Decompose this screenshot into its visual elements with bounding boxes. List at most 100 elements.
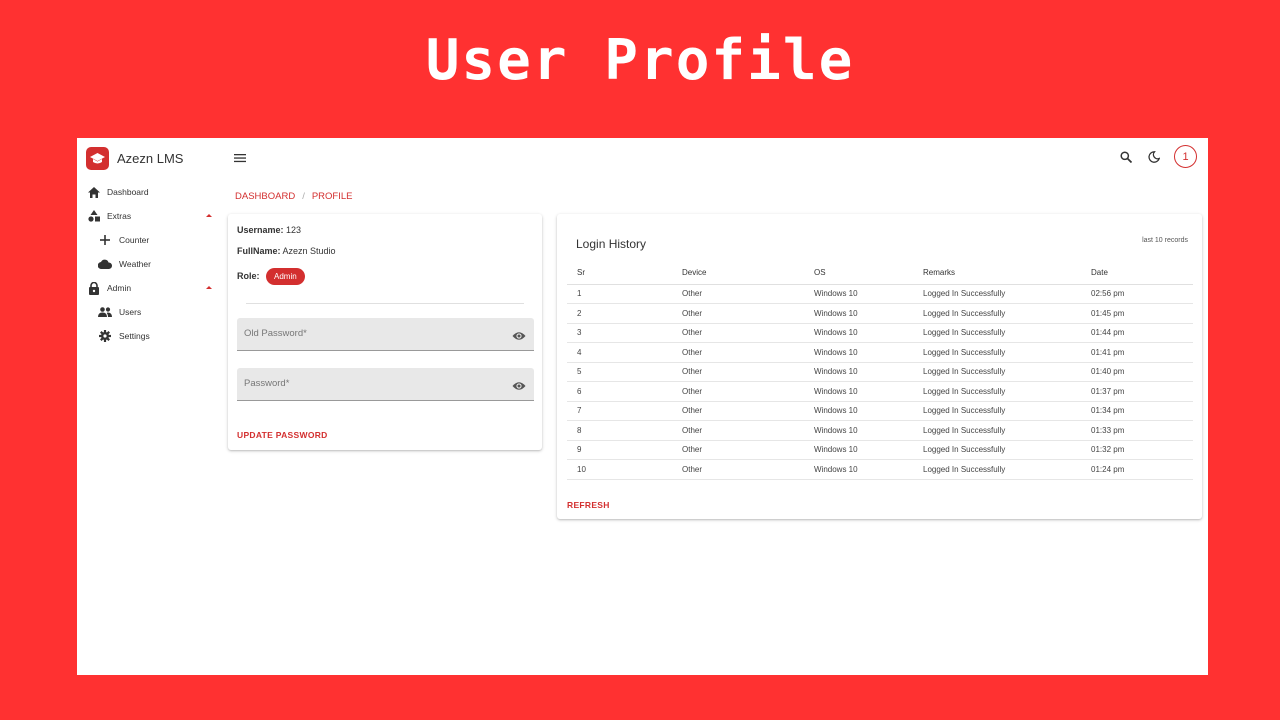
table-cell: Windows 10 <box>804 362 913 382</box>
table-cell: Other <box>672 440 804 460</box>
table-cell: 01:44 pm <box>1081 323 1193 343</box>
old-password-field[interactable] <box>237 318 534 351</box>
sidebar-item-label: Users <box>119 307 142 317</box>
sidebar-item-settings[interactable]: Settings <box>77 324 217 348</box>
sidebar-item-users[interactable]: Users <box>77 300 217 324</box>
table-cell: Logged In Successfully <box>913 284 1081 304</box>
table-cell: Windows 10 <box>804 303 913 324</box>
table-cell: Other <box>672 303 804 324</box>
sidebar-item-label: Admin <box>107 283 132 293</box>
refresh-button[interactable]: REFRESH <box>567 500 610 510</box>
sidebar-item-weather[interactable]: Weather <box>77 252 217 276</box>
table-row: 7 Other Windows 10 Logged In Successfully 01… <box>567 401 1193 421</box>
role-label: Role: <box>237 271 260 281</box>
breadcrumb-separator: / <box>302 191 305 202</box>
sidebar-item-counter[interactable]: Counter <box>77 228 217 252</box>
fullname-value: Azezn Studio <box>282 246 336 256</box>
chevron-up-icon[interactable] <box>206 214 212 217</box>
table-row: 2 Other Windows 10 Logged In Successfully 01… <box>567 303 1193 324</box>
records-count: last 10 records <box>1142 237 1188 244</box>
sidebar-item-dashboard[interactable]: Dashboard <box>77 180 217 204</box>
fullname-label: FullName: <box>237 246 281 256</box>
table-cell: Other <box>672 323 804 343</box>
sidebar: Azezn LMS Dashboard Extras Counter Weath… <box>77 138 217 675</box>
table-cell: 02:56 pm <box>1081 284 1193 304</box>
password-input[interactable] <box>244 378 494 389</box>
search-icon[interactable] <box>1118 149 1134 165</box>
table-cell: Windows 10 <box>804 284 913 304</box>
table-cell: 01:33 pm <box>1081 420 1193 441</box>
table-row: 3 Other Windows 10 Logged In Successfully 01… <box>567 323 1193 343</box>
menu-icon[interactable] <box>234 150 246 163</box>
breadcrumb-item-profile[interactable]: PROFILE <box>312 191 353 202</box>
table-row: 6 Other Windows 10 Logged In Successfully 01… <box>567 381 1193 402</box>
eye-icon[interactable] <box>512 378 526 390</box>
brand[interactable]: Azezn LMS <box>86 147 183 170</box>
sidebar-item-admin[interactable]: Admin <box>77 276 217 300</box>
moon-icon[interactable] <box>1146 149 1162 165</box>
table-cell: 01:32 pm <box>1081 440 1193 460</box>
table-cell: Windows 10 <box>804 401 913 421</box>
table-cell: 10 <box>567 459 672 480</box>
home-icon <box>87 185 101 199</box>
column-header: Remarks <box>913 262 1081 285</box>
table-cell: Logged In Successfully <box>913 420 1081 441</box>
login-history-table: Sr Device OS Remarks Date 1 Other Windows … <box>567 262 1193 480</box>
table-cell: 8 <box>567 420 672 441</box>
breadcrumb: DASHBOARD / PROFILE <box>235 191 352 202</box>
password-field[interactable] <box>237 368 534 401</box>
sidebar-nav: Dashboard Extras Counter Weather Admin U… <box>77 180 217 348</box>
table-cell: Windows 10 <box>804 459 913 480</box>
breadcrumb-item-dashboard[interactable]: DASHBOARD <box>235 191 295 202</box>
table-cell: 01:41 pm <box>1081 342 1193 363</box>
table-cell: 4 <box>567 342 672 363</box>
gear-icon <box>98 329 112 343</box>
column-header: Date <box>1081 262 1193 285</box>
table-row: 4 Other Windows 10 Logged In Successfully 01… <box>567 342 1193 363</box>
chevron-up-icon[interactable] <box>206 286 212 289</box>
table-row: 5 Other Windows 10 Logged In Successfully 01… <box>567 362 1193 382</box>
profile-card: Username: 123 FullName: Azezn Studio Rol… <box>228 214 542 450</box>
table-row: 1 Other Windows 10 Logged In Successfully 02… <box>567 284 1193 304</box>
table-cell: Logged In Successfully <box>913 323 1081 343</box>
table-cell: 5 <box>567 362 672 382</box>
table-cell: Windows 10 <box>804 342 913 363</box>
table-cell: Other <box>672 459 804 480</box>
role-row: Role: Admin <box>237 268 305 285</box>
table-cell: 6 <box>567 381 672 402</box>
table-cell: Other <box>672 284 804 304</box>
table-cell: Windows 10 <box>804 323 913 343</box>
old-password-input[interactable] <box>244 328 494 339</box>
eye-icon[interactable] <box>512 328 526 340</box>
table-cell: Logged In Successfully <box>913 440 1081 460</box>
table-cell: Logged In Successfully <box>913 342 1081 363</box>
sidebar-item-label: Counter <box>119 235 150 245</box>
table-row: 8 Other Windows 10 Logged In Successfully 01… <box>567 420 1193 441</box>
username-label: Username: <box>237 225 284 235</box>
people-icon <box>98 305 112 319</box>
table-cell: 9 <box>567 440 672 460</box>
update-password-button[interactable]: UPDATE PASSWORD <box>237 430 328 440</box>
column-header: Device <box>672 262 804 285</box>
table-cell: Other <box>672 381 804 402</box>
graduation-cap-icon <box>86 147 109 170</box>
username-value: 123 <box>286 225 302 235</box>
table-cell: 01:24 pm <box>1081 459 1193 480</box>
login-history-title: Login History <box>576 237 647 251</box>
table-cell: 2 <box>567 303 672 324</box>
table-cell: Logged In Successfully <box>913 401 1081 421</box>
table-header-row: Sr Device OS Remarks Date <box>567 262 1193 285</box>
table-cell: Windows 10 <box>804 420 913 441</box>
column-header: Sr <box>567 262 672 285</box>
table-cell: 01:40 pm <box>1081 362 1193 382</box>
sidebar-item-extras[interactable]: Extras <box>77 204 217 228</box>
table-cell: Windows 10 <box>804 440 913 460</box>
fullname-row: FullName: Azezn Studio <box>237 246 336 256</box>
avatar[interactable]: 1 <box>1174 145 1197 168</box>
shapes-icon <box>87 209 101 223</box>
table-cell: 7 <box>567 401 672 421</box>
username-row: Username: 123 <box>237 225 301 235</box>
sidebar-item-label: Weather <box>119 259 151 269</box>
table-row: 9 Other Windows 10 Logged In Successfully 01… <box>567 440 1193 460</box>
table-cell: Other <box>672 342 804 363</box>
